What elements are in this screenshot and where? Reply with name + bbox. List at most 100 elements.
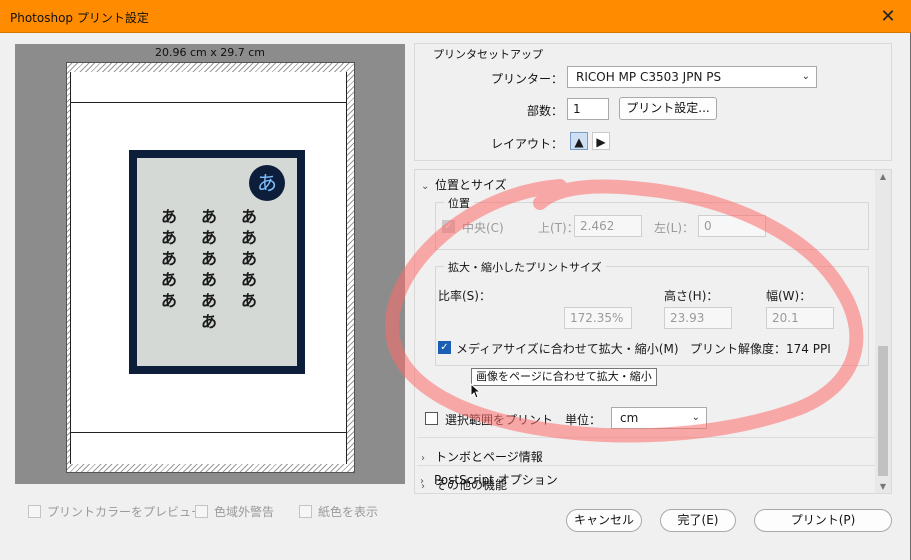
kana-char: あ bbox=[241, 228, 258, 247]
copies-label: 部数： bbox=[526, 104, 563, 118]
fit-media-tooltip: 画像をページに合わせて拡大・縮小 bbox=[471, 368, 657, 386]
paper-size-label: 20.96 cm x 29.7 cm bbox=[154, 46, 265, 59]
landscape-layout-icon[interactable]: ▶ bbox=[592, 132, 610, 150]
scale-label: 比率(S)： bbox=[438, 289, 491, 303]
section-label: PostScript オプション bbox=[434, 473, 558, 487]
paper-sheet: あ あ あ あ あ あ あ あ あ あ あ あ あ あ あ あ あ bbox=[66, 62, 355, 473]
chevron-right-icon: › bbox=[421, 453, 425, 464]
checkbox[interactable] bbox=[299, 505, 312, 518]
height-label: 高さ(H)： bbox=[664, 289, 719, 303]
paper-color-option[interactable]: 紙色を表示 bbox=[299, 503, 378, 519]
scaled-size-group: 拡大・縮小したプリントサイズ 比率(S)： 172.35% 高さ(H)： 23.… bbox=[435, 259, 869, 366]
section-label: トンボとページ情報 bbox=[435, 450, 543, 464]
mouse-cursor-icon bbox=[470, 383, 482, 399]
scrollbar-thumb[interactable] bbox=[878, 346, 888, 476]
chevron-down-icon: ⌄ bbox=[421, 181, 430, 192]
chevron-down-icon: ⌄ bbox=[691, 412, 700, 423]
layout-label: レイアウト： bbox=[490, 137, 563, 151]
option-label: プリントカラーをプレビュー bbox=[47, 505, 204, 519]
gamut-warning-option[interactable]: 色域外警告 bbox=[195, 503, 274, 519]
print-settings-button[interactable]: プリント設定... bbox=[619, 97, 717, 120]
kana-column: あ あ あ あ あ bbox=[161, 206, 191, 311]
image-canvas: あ あ あ あ あ あ あ あ あ あ あ あ あ あ あ あ あ bbox=[137, 158, 297, 366]
kana-column: あ あ あ あ あ bbox=[241, 206, 271, 311]
kana-char: あ bbox=[241, 249, 258, 268]
portrait-layout-icon[interactable]: ▲ bbox=[570, 132, 588, 150]
kana-char: あ bbox=[201, 270, 218, 289]
kana-char: あ bbox=[161, 207, 178, 226]
printer-value: RICOH MP C3503 JPN PS bbox=[576, 70, 722, 84]
printer-select[interactable]: RICOH MP C3503 JPN PS ⌄ bbox=[567, 66, 817, 88]
position-group-title: 位置 bbox=[444, 195, 474, 211]
kana-char: あ bbox=[201, 312, 218, 331]
preview-color-option[interactable]: プリントカラーをプレビュー bbox=[28, 503, 203, 519]
fit-media-checkbox[interactable]: ✓ bbox=[438, 341, 451, 354]
copies-field[interactable]: 1 bbox=[567, 98, 609, 120]
checkbox[interactable] bbox=[195, 505, 208, 518]
divider bbox=[417, 493, 875, 494]
kana-char: あ bbox=[161, 249, 178, 268]
scaled-size-title: 拡大・縮小したプリントサイズ bbox=[444, 259, 606, 275]
unit-value: cm bbox=[620, 411, 639, 425]
left-label: 左(L)： bbox=[654, 221, 695, 235]
width-field[interactable]: 20.1 bbox=[766, 307, 834, 329]
printable-area: あ あ あ あ あ あ あ あ あ あ あ あ あ あ あ あ あ bbox=[70, 72, 347, 464]
width-label: 幅(W)： bbox=[766, 289, 812, 303]
print-preview: 20.96 cm x 29.7 cm あ あ あ あ あ あ あ あ あ あ あ… bbox=[15, 44, 405, 484]
printer-setup-title: プリンタセットアップ bbox=[429, 46, 547, 62]
print-resolution: プリント解像度：174 PPI bbox=[690, 342, 831, 356]
height-field[interactable]: 23.93 bbox=[664, 307, 732, 329]
print-button[interactable]: プリント(P) bbox=[754, 509, 892, 532]
close-icon[interactable]: ✕ bbox=[865, 0, 911, 33]
kana-char: あ bbox=[201, 207, 218, 226]
printer-label: プリンター： bbox=[490, 72, 563, 86]
center-label: 中央(C) bbox=[462, 221, 504, 235]
kana-char: あ bbox=[201, 249, 218, 268]
divider bbox=[417, 465, 875, 466]
cancel-button[interactable]: キャンセル bbox=[566, 509, 642, 532]
print-selection-label[interactable]: 選択範囲をプリント bbox=[445, 411, 553, 428]
left-field[interactable]: 0 bbox=[698, 215, 766, 237]
image-preview[interactable]: あ あ あ あ あ あ あ あ あ あ あ あ あ あ あ あ あ bbox=[129, 150, 305, 374]
top-label: 上(T)： bbox=[538, 221, 579, 235]
option-label: 色域外警告 bbox=[214, 505, 275, 519]
marks-header[interactable]: › トンボとページ情報 bbox=[421, 448, 543, 465]
kana-column: あ あ あ あ あ あ bbox=[201, 206, 231, 332]
kana-char: あ bbox=[241, 291, 258, 310]
kana-char: あ bbox=[201, 291, 218, 310]
kana-char: あ bbox=[161, 291, 178, 310]
unit-select[interactable]: cm ⌄ bbox=[611, 407, 707, 429]
position-size-header[interactable]: ⌄ 位置とサイズ bbox=[421, 176, 507, 193]
chevron-down-icon: ⌄ bbox=[801, 71, 810, 82]
top-margin-line bbox=[71, 102, 346, 103]
print-selection-checkbox[interactable] bbox=[425, 412, 438, 425]
kana-char: あ bbox=[161, 228, 178, 247]
scroll-down-icon[interactable]: ▼ bbox=[875, 482, 891, 491]
kana-char: あ bbox=[241, 207, 258, 226]
position-group: 位置 ✓ 中央(C) 上(T)： 2.462 左(L)： 0 bbox=[435, 195, 869, 250]
top-field[interactable]: 2.462 bbox=[574, 215, 642, 237]
fit-media-label[interactable]: メディアサイズに合わせて拡大・縮小(M) bbox=[456, 340, 679, 357]
unit-label: 単位： bbox=[565, 413, 602, 427]
hiragana-badge: あ bbox=[249, 165, 285, 201]
dialog-body: 20.96 cm x 29.7 cm あ あ あ あ あ あ あ あ あ あ あ… bbox=[0, 33, 911, 560]
chevron-right-icon: › bbox=[420, 476, 424, 487]
title-bar: Photoshop プリント設定 ✕ bbox=[0, 0, 911, 33]
checkbox[interactable] bbox=[28, 505, 41, 518]
printer-setup-panel: プリンタセットアップ プリンター： RICOH MP C3503 JPN PS … bbox=[414, 43, 892, 161]
option-label: 紙色を表示 bbox=[318, 505, 379, 519]
kana-char: あ bbox=[241, 270, 258, 289]
vertical-scrollbar[interactable]: ▲ ▼ bbox=[875, 170, 891, 493]
settings-scroll-pane[interactable]: ⌄ 位置とサイズ 位置 ✓ 中央(C) 上(T)： 2.462 左(L)： 0 拡… bbox=[414, 169, 892, 494]
done-button[interactable]: 完了(E) bbox=[660, 509, 736, 532]
bottom-margin-line bbox=[71, 432, 346, 433]
center-checkbox[interactable]: ✓ bbox=[442, 220, 455, 233]
postscript-header[interactable]: › PostScript オプション bbox=[420, 471, 558, 488]
divider bbox=[417, 437, 875, 438]
section-label: 位置とサイズ bbox=[435, 178, 507, 192]
scroll-up-icon[interactable]: ▲ bbox=[875, 172, 891, 181]
kana-char: あ bbox=[161, 270, 178, 289]
scale-field[interactable]: 172.35% bbox=[564, 307, 632, 329]
window-title: Photoshop プリント設定 bbox=[10, 11, 149, 25]
kana-char: あ bbox=[201, 228, 218, 247]
